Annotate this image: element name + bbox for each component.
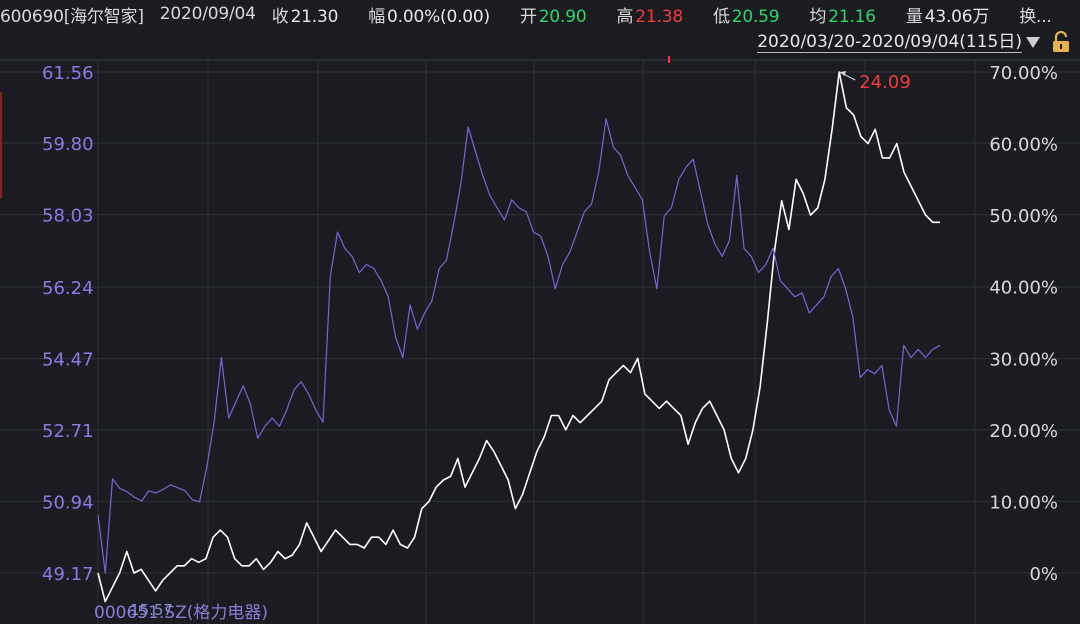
high-label: 高 [616, 6, 634, 27]
right-axis-tick-label: 0% [1029, 564, 1058, 585]
quote-header: 600690[海尔智家] 2020/09/04 收 21.30 幅 0.00%(0.… [0, 0, 1080, 28]
annotation-label: 24.09 [859, 72, 911, 93]
left-axis-tick-label: 49.17 [42, 564, 94, 585]
left-axis-tick-label: 56.24 [42, 278, 94, 299]
compare-stock-label[interactable]: 000651.SZ(格力电器) [94, 598, 268, 623]
chart-area[interactable]: 61.56 59.80 58.03 56.24 54.47 52.71 50.94 49.17… [0, 0, 1080, 624]
change-field: 幅 0.00%(0.00) [368, 2, 506, 27]
volume-field: 量 43.06万 [906, 2, 1005, 27]
low-field: 低 20.59 [713, 2, 795, 27]
average-field: 均 21.16 [809, 2, 891, 27]
date-range-selector[interactable]: 2020/03/20-2020/09/04(115日) [757, 30, 1040, 54]
right-axis-tick-label: 20.00% [989, 421, 1058, 442]
date-range-text[interactable]: 2020/03/20-2020/09/04(115日) [757, 32, 1022, 53]
lock-icon[interactable] [1050, 30, 1072, 54]
chart-canvas[interactable]: 61.56 59.80 58.03 56.24 54.47 52.71 50.94 49.17… [0, 0, 1080, 624]
right-axis-tick-label: 40.00% [989, 278, 1058, 299]
left-axis-tick-label: 50.94 [42, 492, 94, 513]
open-field: 开 20.90 [520, 2, 602, 27]
average-value: 21.16 [828, 6, 876, 27]
close-price-field: 收 21.30 [272, 2, 354, 27]
high-field: 高 21.38 [616, 2, 698, 27]
low-value: 20.59 [731, 6, 780, 27]
right-axis-tick-label: 10.00% [989, 492, 1058, 513]
volume-label: 量 [905, 6, 923, 27]
volume-value: 43.06万 [924, 6, 990, 27]
right-axis-tick-label: 70.00% [989, 63, 1058, 84]
overlap-price-value: 15.57 [130, 601, 173, 619]
change-label: 幅 [368, 6, 386, 27]
right-axis-tick-label: 30.00% [989, 349, 1058, 370]
open-value: 20.90 [538, 6, 587, 27]
turnover-field: 换... [1019, 2, 1053, 27]
change-value: 0.00%(0.00) [387, 6, 490, 27]
right-axis-tick-label: 60.00% [989, 135, 1058, 156]
quote-date: 2020/09/04 [159, 4, 256, 24]
close-value: 21.30 [290, 6, 339, 27]
series-line-compare [97, 118, 941, 574]
left-axis-tick-label: 59.80 [42, 134, 94, 155]
left-axis-tick-label: 52.71 [42, 421, 94, 442]
left-axis-tick-label: 58.03 [42, 206, 94, 227]
high-value: 21.38 [635, 6, 683, 27]
open-label: 开 [519, 6, 537, 27]
turnover-label: 换... [1019, 6, 1052, 27]
dropdown-icon[interactable] [1026, 36, 1040, 48]
low-label: 低 [712, 6, 730, 27]
left-axis-tick-label: 61.56 [42, 63, 94, 84]
right-axis-tick-label: 50.00% [989, 206, 1058, 227]
series-line-main [97, 71, 940, 603]
stock-name: 600690[海尔智家] [0, 6, 144, 27]
left-axis-tick-label: 54.47 [42, 350, 94, 371]
close-label: 收 [271, 6, 289, 27]
average-label: 均 [809, 6, 827, 27]
